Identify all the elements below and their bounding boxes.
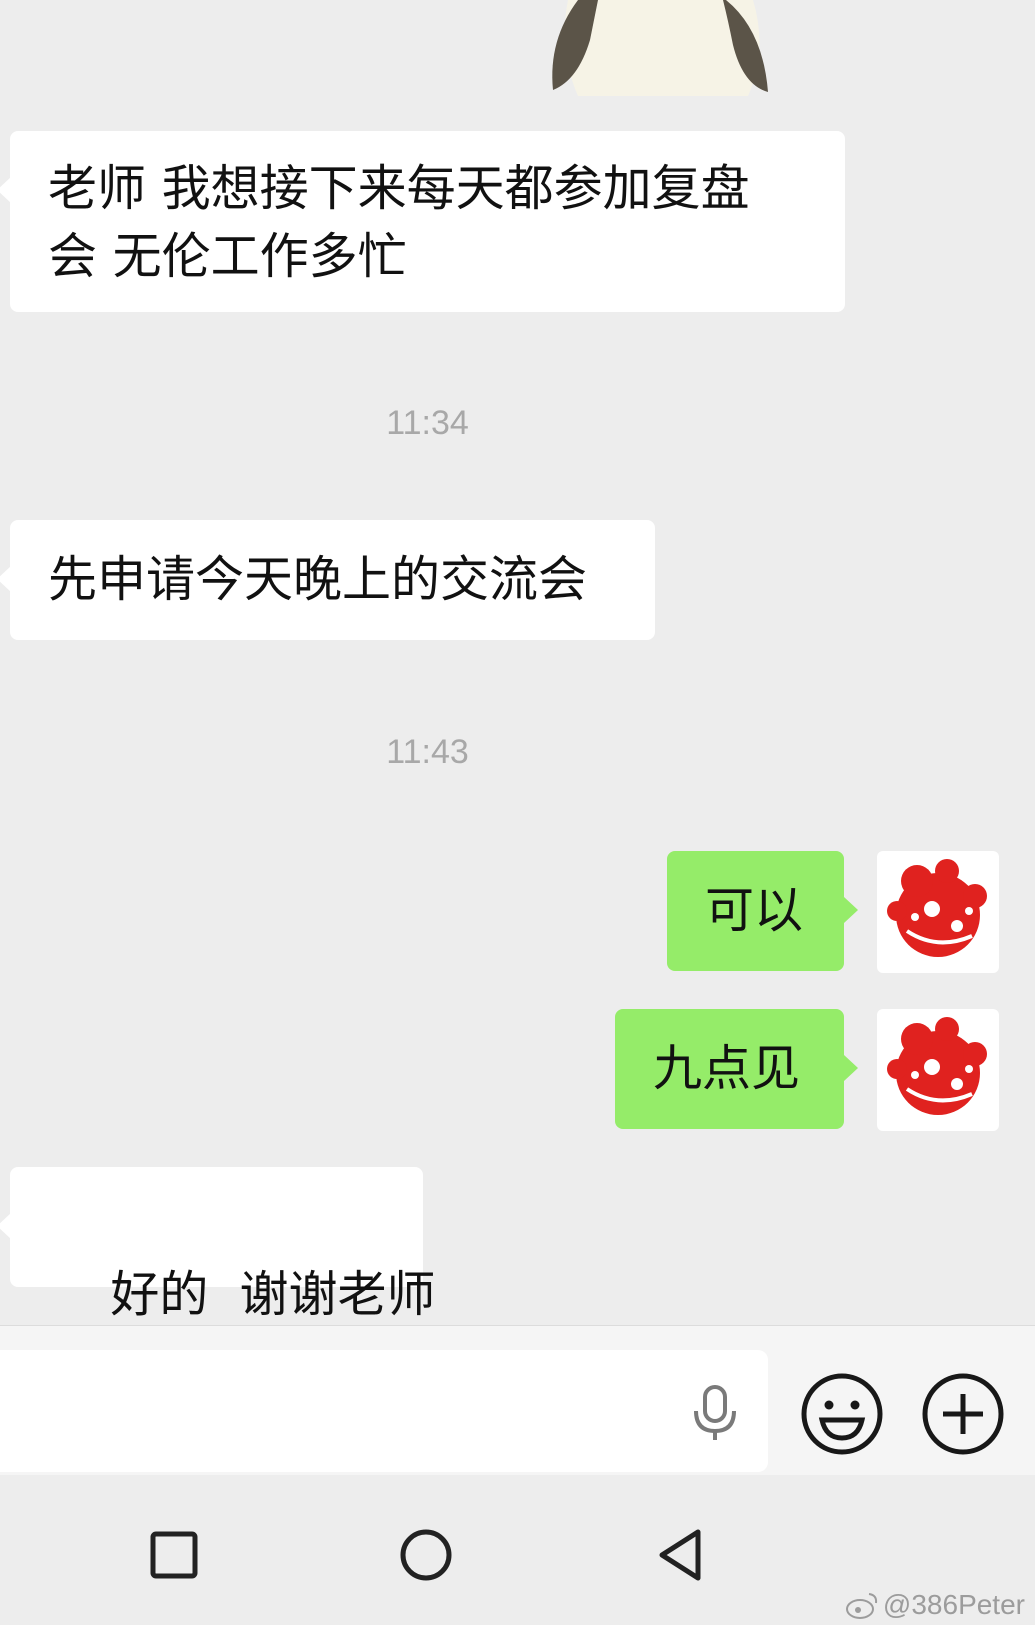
weibo-logo-icon (845, 1593, 878, 1619)
avatar[interactable] (877, 851, 999, 973)
message-bubble-incoming[interactable]: 老师 我想接下来每天都参加复盘 会 无伦工作多忙 (0, 131, 845, 312)
smiley-icon[interactable] (800, 1372, 884, 1456)
message-bubble-outgoing[interactable]: 可以 (667, 851, 858, 971)
paper-cut-animal-icon (887, 1017, 987, 1115)
message-bubble-outgoing[interactable]: 九点见 (615, 1009, 858, 1129)
message-bubble-incoming[interactable]: 好的 谢谢老师 (0, 1167, 435, 1323)
plus-circle-icon[interactable] (921, 1372, 1005, 1456)
system-nav-bar: @386Peter (0, 1475, 1035, 1625)
watermark-text: @386Peter (882, 1589, 1025, 1620)
sticker-image[interactable] (548, 0, 773, 96)
message-text-line: 会 无伦工作多忙 (48, 228, 407, 285)
message-text: 可以 (705, 882, 804, 939)
paper-cut-animal-icon (887, 859, 987, 957)
timestamp: 11:43 (386, 733, 469, 771)
microphone-icon[interactable] (690, 1385, 740, 1441)
chat-area[interactable]: 老师 我想接下来每天都参加复盘 会 无伦工作多忙 11:34 先申请今天晚上的交… (0, 0, 1035, 1325)
message-bubble-incoming[interactable]: 先申请今天晚上的交流会 (0, 520, 655, 640)
message-input[interactable] (0, 1350, 768, 1472)
avatar[interactable] (877, 1009, 999, 1131)
message-text: 先申请今天晚上的交流会 (48, 551, 588, 608)
circle-icon[interactable] (396, 1525, 456, 1585)
message-text: 好的 谢谢老师 (110, 1266, 436, 1323)
triangle-back-icon[interactable] (650, 1525, 710, 1585)
timestamp: 11:34 (386, 404, 469, 442)
square-icon[interactable] (144, 1525, 204, 1585)
input-bar (0, 1325, 1035, 1476)
message-text: 九点见 (653, 1040, 801, 1097)
watermark: @386Peter (845, 1589, 1025, 1621)
message-text-line: 老师 我想接下来每天都参加复盘 (48, 160, 750, 217)
